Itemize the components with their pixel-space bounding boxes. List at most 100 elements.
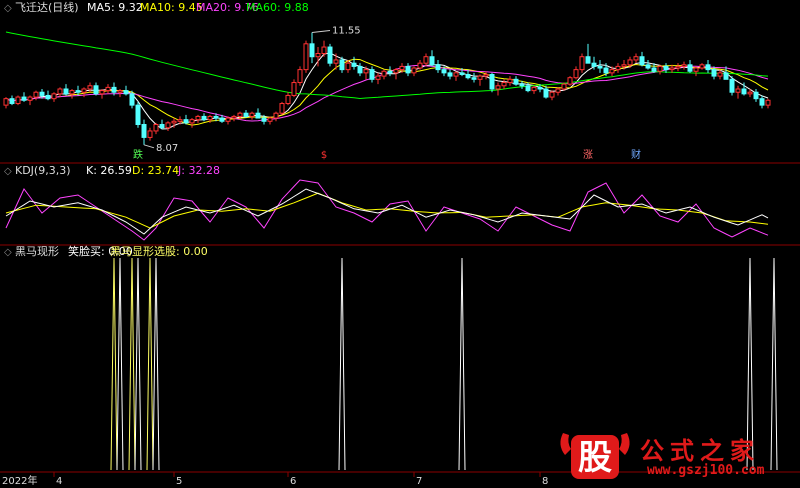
candle-body xyxy=(675,65,681,69)
candle xyxy=(45,90,51,101)
kdj-panel xyxy=(5,179,769,241)
candle-body xyxy=(243,112,249,117)
candle xyxy=(267,116,273,125)
kdj-k-line xyxy=(5,188,769,235)
candle-body xyxy=(723,72,729,80)
candle xyxy=(273,111,279,122)
stock-title: 飞迁达(日线) xyxy=(15,0,79,14)
low-pointer xyxy=(143,144,155,149)
candle xyxy=(69,89,75,99)
candle xyxy=(195,114,201,123)
candle-body xyxy=(285,94,291,105)
candle xyxy=(597,59,603,73)
watermark-logo-icon: 股 xyxy=(560,433,630,479)
candle-body xyxy=(699,64,705,69)
candle xyxy=(555,87,561,96)
candle-body xyxy=(681,64,687,67)
candle-body xyxy=(147,130,153,138)
candle xyxy=(351,56,357,70)
candle-body xyxy=(537,86,543,90)
candle-body xyxy=(693,67,699,72)
candle xyxy=(435,59,441,73)
candle-body xyxy=(441,69,447,74)
candle xyxy=(309,32,315,64)
candle xyxy=(693,66,699,77)
candle xyxy=(381,69,387,80)
candle-body xyxy=(627,59,633,66)
candle-body xyxy=(741,88,747,95)
candle-body xyxy=(195,115,201,121)
candle-body xyxy=(543,88,549,98)
candle-body xyxy=(15,96,21,105)
candle xyxy=(663,63,669,73)
candle xyxy=(561,82,567,91)
signal-spike xyxy=(110,257,118,471)
candle-body xyxy=(621,64,627,67)
candle xyxy=(507,76,513,86)
candle xyxy=(585,43,591,64)
candle-body xyxy=(225,117,231,122)
candle xyxy=(105,84,111,94)
candle xyxy=(675,63,681,72)
month-tick-label: 4 xyxy=(56,476,62,487)
candle-body xyxy=(465,73,471,79)
candle xyxy=(183,114,189,125)
candle-body xyxy=(255,112,261,119)
candle-body xyxy=(375,75,381,80)
candle-body xyxy=(267,117,273,122)
candle xyxy=(387,66,393,77)
candle xyxy=(699,63,705,70)
candle-body xyxy=(135,104,141,125)
legend-collapse-icon[interactable]: ◇ xyxy=(4,3,12,14)
candle xyxy=(153,122,159,135)
candle-body xyxy=(189,119,195,124)
candle xyxy=(543,85,549,99)
candle xyxy=(21,92,27,102)
candle-body xyxy=(747,91,753,95)
candle-body xyxy=(51,93,57,100)
candle-body xyxy=(273,112,279,119)
candle-body xyxy=(417,62,423,69)
kdj-legend: ◇ KDJ(9,3,3) K: 26.59 D: 23.74 J: 32.28 xyxy=(4,164,220,177)
candle xyxy=(759,95,765,109)
candle xyxy=(135,101,141,128)
candle-body xyxy=(711,69,717,77)
candle xyxy=(513,76,519,86)
price-panel: 11.55 8.07 跌 $ 涨 财 xyxy=(3,26,771,161)
month-tick-label: 5 xyxy=(176,476,182,487)
watermark-chinese: 公式之家 xyxy=(640,437,760,465)
candle-body xyxy=(69,90,75,95)
kdj-k-label: K: 26.59 xyxy=(86,164,132,177)
candle-body xyxy=(555,88,561,93)
candle-body xyxy=(669,67,675,71)
kdj-collapse-icon[interactable]: ◇ xyxy=(4,166,12,177)
candle xyxy=(429,50,435,67)
low-annotation: 8.07 xyxy=(156,143,178,154)
candle-body xyxy=(633,56,639,61)
candle-body xyxy=(759,98,765,106)
candle xyxy=(159,119,165,130)
candle xyxy=(681,61,687,70)
candle-body xyxy=(765,99,771,106)
signal-spike xyxy=(152,257,160,471)
candle xyxy=(291,79,297,98)
candle xyxy=(243,109,249,119)
candle xyxy=(705,59,711,73)
candle-body xyxy=(201,115,207,121)
candle-body xyxy=(639,56,645,66)
candle xyxy=(567,76,573,86)
candle-body xyxy=(453,72,459,77)
candle xyxy=(357,63,363,77)
candle xyxy=(225,116,231,125)
candle xyxy=(753,89,759,102)
candle-body xyxy=(237,112,243,117)
candle xyxy=(3,97,9,109)
chart-marker: $ xyxy=(321,150,327,161)
signal-collapse-icon[interactable]: ◇ xyxy=(4,247,12,258)
kdj-title: KDJ(9,3,3) xyxy=(15,164,71,177)
candle xyxy=(657,64,663,75)
candle-body xyxy=(33,91,39,98)
candle-body xyxy=(63,88,69,95)
candle-body xyxy=(57,88,63,95)
candle-body xyxy=(615,65,621,71)
